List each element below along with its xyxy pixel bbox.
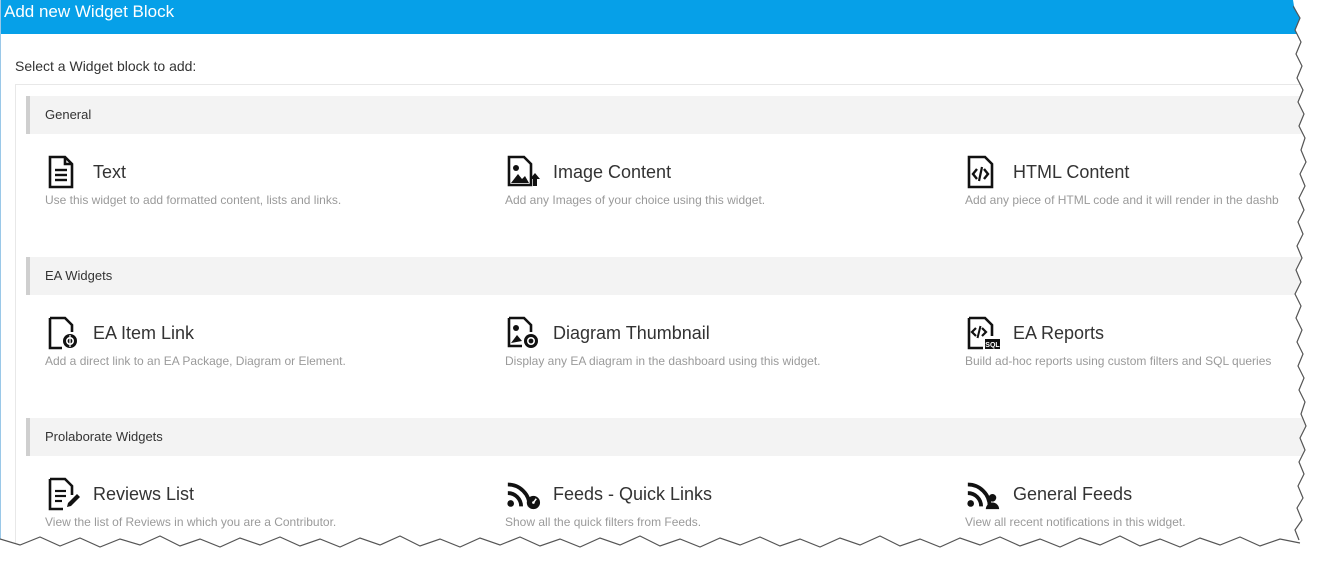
svg-text:SQL: SQL <box>985 342 1000 349</box>
widget-title: Diagram Thumbnail <box>553 322 710 343</box>
section-header-general: General <box>26 96 1311 134</box>
widget-list-panel: General Text Use this widget to add form… <box>15 84 1311 545</box>
widget-reviews-list[interactable]: Reviews List View the list of Reviews in… <box>45 477 485 529</box>
widget-image-content[interactable]: Image Content Add any Images of your cho… <box>505 155 945 207</box>
widget-description: Build ad-hoc reports using custom filter… <box>965 354 1272 368</box>
reviews-list-icon <box>45 477 81 511</box>
widget-title: Image Content <box>553 161 672 182</box>
widget-description: Add a direct link to an EA Package, Diag… <box>45 354 346 368</box>
add-widget-dialog: Add new Widget Block Select a Widget blo… <box>0 0 1311 545</box>
widget-text[interactable]: Text Use this widget to add formatted co… <box>45 155 485 207</box>
dialog-title: Add new Widget Block <box>1 0 1311 34</box>
widget-title: EA Item Link <box>93 322 195 343</box>
widget-feeds-quick-links[interactable]: Feeds - Quick Links Show all the quick f… <box>505 477 945 529</box>
widget-title: Text <box>93 161 127 182</box>
html-code-icon <box>965 155 1001 189</box>
widget-description: Display any EA diagram in the dashboard … <box>505 354 821 368</box>
widget-html-content[interactable]: HTML Content Add any piece of HTML code … <box>965 155 1311 207</box>
torn-edge-right <box>1293 0 1333 573</box>
section-header-ea-widgets: EA Widgets <box>26 257 1311 295</box>
torn-edge-bottom <box>0 533 1333 573</box>
widget-ea-reports[interactable]: SQL EA Reports Build ad-hoc reports usin… <box>965 316 1311 368</box>
widget-description: Add any piece of HTML code and it will r… <box>965 193 1279 207</box>
diagram-thumbnail-icon <box>505 316 541 350</box>
widget-title: Feeds - Quick Links <box>553 483 713 504</box>
widget-title: HTML Content <box>1013 161 1130 182</box>
feeds-quick-links-icon <box>505 477 541 511</box>
widget-ea-item-link[interactable]: EA Item Link Add a direct link to an EA … <box>45 316 485 368</box>
widget-description: View the list of Reviews in which you ar… <box>45 515 337 529</box>
section-header-prolaborate-widgets: Prolaborate Widgets <box>26 418 1311 456</box>
ea-item-link-icon <box>45 316 81 350</box>
widget-description: Use this widget to add formatted content… <box>45 193 342 207</box>
widget-general-feeds[interactable]: General Feeds View all recent notificati… <box>965 477 1311 529</box>
ea-reports-sql-icon: SQL <box>965 316 1001 350</box>
widget-description: Add any Images of your choice using this… <box>505 193 766 207</box>
widget-title: Reviews List <box>93 483 195 504</box>
image-upload-icon <box>505 155 541 189</box>
text-document-icon <box>45 155 81 189</box>
widget-diagram-thumbnail[interactable]: Diagram Thumbnail Display any EA diagram… <box>505 316 945 368</box>
widget-description: View all recent notifications in this wi… <box>965 515 1186 529</box>
widget-title: EA Reports <box>1013 322 1105 343</box>
widget-title: General Feeds <box>1013 483 1133 504</box>
dialog-prompt: Select a Widget block to add: <box>15 58 197 74</box>
widget-description: Show all the quick filters from Feeds. <box>505 515 702 529</box>
general-feeds-icon <box>965 477 1001 511</box>
